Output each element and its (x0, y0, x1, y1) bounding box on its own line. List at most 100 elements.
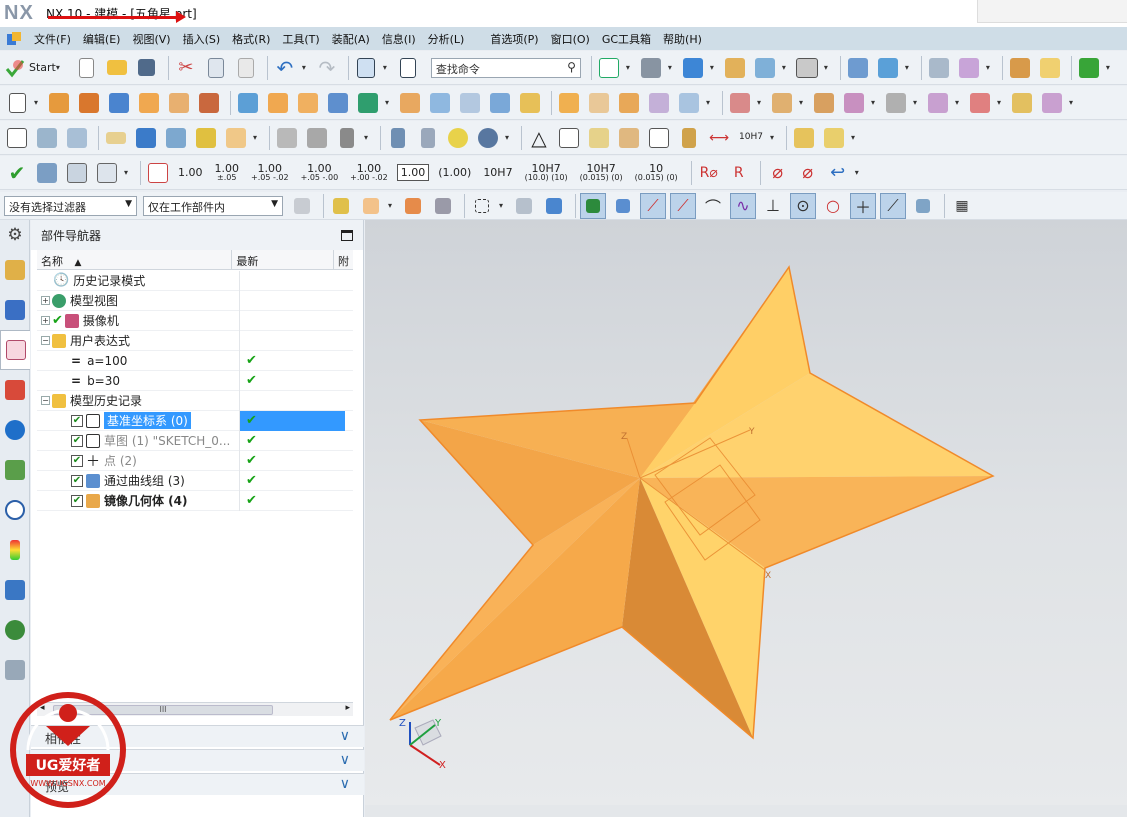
shading-button[interactable] (638, 55, 664, 81)
start-dropdown-icon[interactable]: ▾ (56, 63, 64, 72)
snap-midpoint-button[interactable] (610, 193, 636, 219)
part-navigator-tab[interactable] (0, 330, 30, 370)
attribute-button[interactable] (133, 125, 159, 151)
resource-settings-button[interactable]: ⚙ (0, 220, 30, 250)
menu-info[interactable]: 信息(I) (376, 31, 422, 47)
process-studio-tab[interactable] (0, 570, 30, 610)
app-menu-icon[interactable] (6, 31, 22, 47)
constraint-navigator-tab[interactable] (0, 290, 30, 330)
resize-face-button[interactable] (883, 90, 909, 116)
tree-row-expression-a[interactable]: = a=100 ✔ (37, 350, 353, 371)
selection-button[interactable] (353, 55, 379, 81)
roles-tab[interactable] (0, 610, 30, 650)
tol-equal-button[interactable]: 1.00 ±.05 (212, 161, 243, 184)
snap-dropdown-icon[interactable]: ▾ (1106, 63, 1114, 72)
transform-dropdown-icon[interactable]: ▾ (905, 63, 913, 72)
expand-toggle-icon[interactable]: + (41, 316, 50, 325)
menu-file[interactable]: 文件(F) (28, 31, 77, 47)
orient-view-button[interactable] (680, 55, 706, 81)
tree-row-datum-csys[interactable]: ✔ 基准坐标系 (0) ✔ (37, 410, 353, 431)
split-body-button[interactable] (517, 90, 543, 116)
shell-button[interactable] (427, 90, 453, 116)
show-hidden-button[interactable] (511, 193, 537, 219)
fit-view-dropdown-icon[interactable]: ▾ (626, 63, 634, 72)
star-model[interactable]: Y X Z Z X Y (365, 220, 1127, 817)
fit-h7-tol-button[interactable]: 10H7 (0.015) (0) (577, 161, 626, 184)
selection-filter-select[interactable]: 没有选择过滤器 ▼ (4, 195, 137, 216)
info-button[interactable] (395, 55, 421, 81)
visualization-tab[interactable] (0, 530, 30, 570)
curve-rule-button[interactable] (400, 193, 426, 219)
visibility-checkbox[interactable]: ✔ (71, 414, 83, 427)
tol-reference-button[interactable]: (1.00) (435, 165, 474, 180)
image-button[interactable] (586, 125, 612, 151)
chamfer-button[interactable] (616, 90, 642, 116)
snap-face-button[interactable] (910, 193, 936, 219)
paint-button[interactable] (163, 125, 189, 151)
dimension-button[interactable]: ⟷ (706, 125, 732, 151)
menu-edit[interactable]: 编辑(E) (77, 31, 127, 47)
point-set-button[interactable] (4, 125, 30, 151)
collapse-toggle-icon[interactable]: − (41, 396, 50, 405)
menu-insert[interactable]: 插入(S) (177, 31, 227, 47)
extrude-button[interactable] (46, 90, 72, 116)
snap-edge-button[interactable]: ⟋ (670, 192, 696, 219)
snap-curve-button[interactable]: ⌒ (700, 193, 726, 219)
fit-h7-button[interactable]: 10H7 (480, 165, 515, 180)
thicken-button[interactable] (457, 90, 483, 116)
assembly-dropdown-icon[interactable]: ▾ (851, 133, 859, 142)
background-dropdown-icon[interactable]: ▾ (824, 63, 832, 72)
snap-line-button[interactable]: ⟋ (640, 192, 666, 219)
wcs-orient-button[interactable] (956, 55, 982, 81)
tree-row-sketch[interactable]: ✔ 草图 (1) "SKETCH_0... ✔ (37, 430, 353, 451)
menu-preferences[interactable]: 首选项(P) (484, 31, 544, 47)
snap-intersection-button[interactable]: ＋ (850, 192, 876, 219)
pmi-note-dropdown-icon[interactable]: ▾ (253, 133, 261, 142)
snap-tangent-button[interactable]: ∿ (730, 192, 756, 219)
weld-button[interactable] (334, 125, 360, 151)
layer-settings-button[interactable] (752, 55, 778, 81)
solid-select-button[interactable] (541, 193, 567, 219)
snap-onpoint-button[interactable]: ⟋ (880, 192, 906, 219)
tol-basic-button[interactable]: 1.00 (396, 164, 430, 181)
rect-select-dropdown-icon[interactable]: ▾ (499, 201, 507, 210)
search-icon[interactable]: ⚲ (567, 60, 576, 74)
tree-row-through-curves[interactable]: ✔ 通过曲线组 (3) ✔ (37, 470, 353, 491)
weld-dropdown-icon[interactable]: ▾ (364, 133, 372, 142)
analysis-button[interactable] (1007, 55, 1033, 81)
general-selection-button[interactable] (289, 193, 315, 219)
pmi-note-button[interactable] (223, 125, 249, 151)
delete-face-button[interactable] (811, 90, 837, 116)
collapse-toggle-icon[interactable]: − (41, 336, 50, 345)
snap-perpendicular-button[interactable]: ⊥ (760, 193, 786, 219)
snap-quadrant-button[interactable]: ○ (820, 193, 846, 219)
list-button[interactable] (64, 160, 90, 186)
feature-selection-button[interactable] (328, 193, 354, 219)
spring-button[interactable] (415, 125, 441, 151)
surface-button[interactable] (274, 125, 300, 151)
reuse-library-tab[interactable] (0, 370, 30, 410)
menu-help[interactable]: 帮助(H) (657, 31, 708, 47)
return-button[interactable]: ↩ (825, 160, 851, 186)
clock-tab[interactable] (0, 490, 30, 530)
menu-window[interactable]: 窗口(O) (545, 31, 596, 47)
emboss-button[interactable] (196, 90, 222, 116)
rapid-dimension-button[interactable] (145, 160, 171, 186)
tree-row-expression-b[interactable]: = b=30 ✔ (37, 370, 353, 391)
cylinder-button[interactable] (385, 125, 411, 151)
revolve-button[interactable] (76, 90, 102, 116)
replace-face-dropdown-icon[interactable]: ▾ (871, 98, 879, 107)
wcs-dropdown-icon[interactable]: ▾ (986, 63, 994, 72)
new-file-button[interactable] (74, 55, 100, 81)
tree-row-user-expressions[interactable]: − 用户表达式 (37, 330, 353, 351)
assembly-navigator-tab[interactable] (0, 250, 30, 290)
face-color-button[interactable] (193, 125, 219, 151)
offset-region-dropdown-icon[interactable]: ▾ (955, 98, 963, 107)
label-button[interactable] (103, 125, 129, 151)
undo-button[interactable]: ↶ (272, 55, 298, 81)
rect-select-button[interactable] (469, 193, 495, 219)
help-button[interactable] (1037, 55, 1063, 81)
cut-button[interactable]: ✂ (173, 55, 199, 81)
snap-center-button[interactable]: ⊙ (790, 192, 816, 219)
menu-format[interactable]: 格式(R) (226, 31, 276, 47)
